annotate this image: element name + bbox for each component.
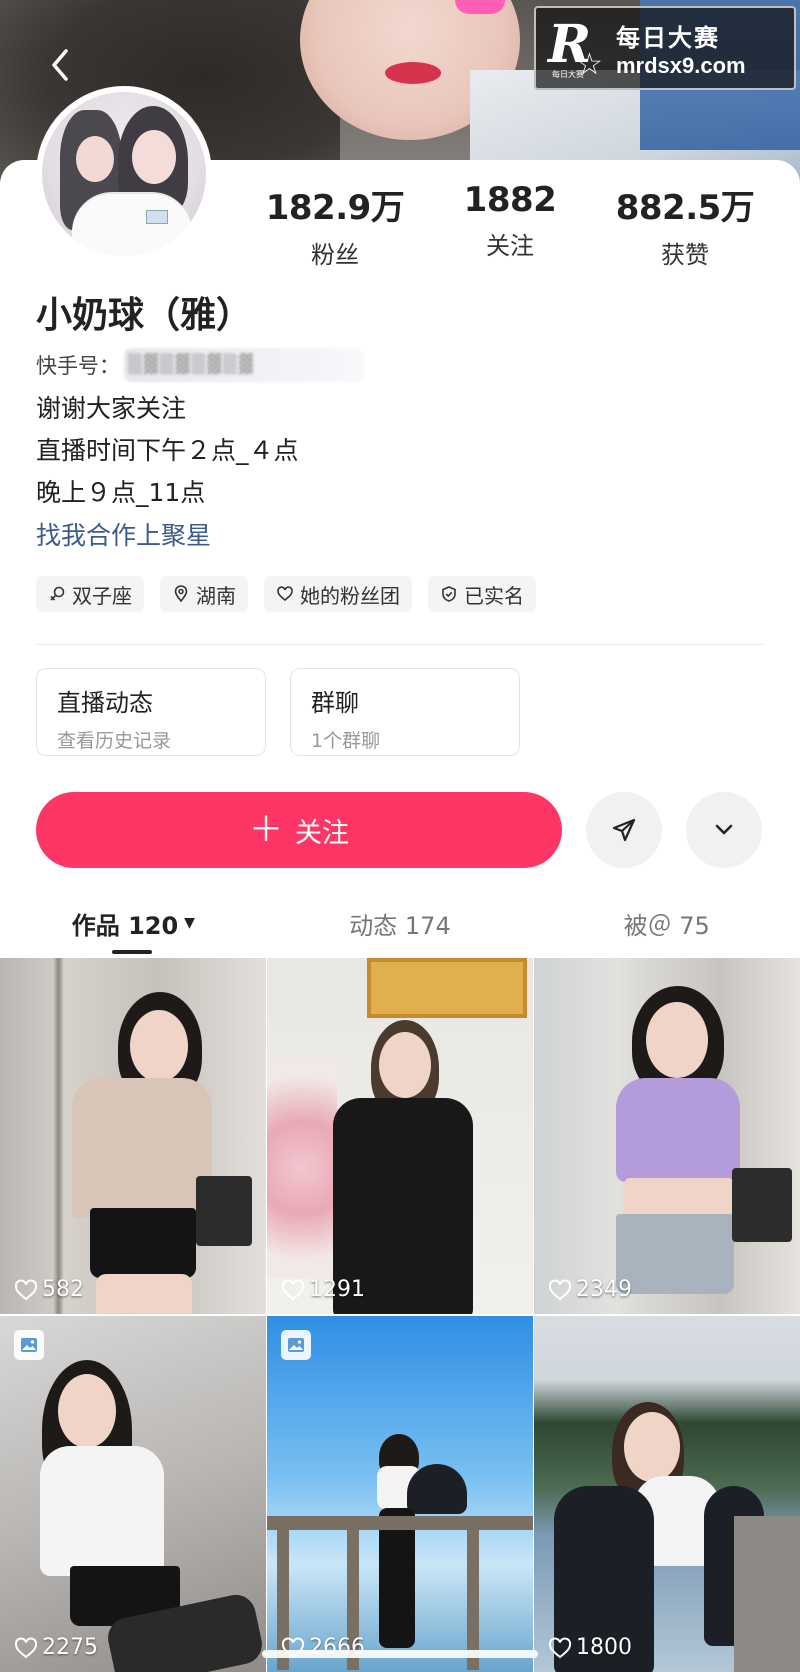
bio-line: 谢谢大家关注	[36, 394, 187, 423]
post-thumbnail[interactable]: 582	[0, 958, 266, 1314]
profile-bio: 谢谢大家关注 直播时间下午２点_４点 晚上９点_11点	[36, 388, 299, 514]
bio-line: 晚上９点_11点	[36, 478, 206, 507]
profile-name: 小奶球（雅）	[36, 295, 253, 336]
shield-check-icon	[442, 586, 456, 602]
heart-outline-icon	[548, 1637, 572, 1658]
heart-outline-icon	[14, 1279, 38, 1300]
watermark-url: mrdsx9.com	[616, 52, 746, 78]
posts-grid: 582 1291 2349 2275 2666 1800	[0, 958, 800, 1672]
live-history-box[interactable]: 直播动态 查看历史记录	[36, 668, 266, 756]
tab-moments[interactable]: 动态 174	[267, 890, 534, 956]
profile-card: 182.9万 粉丝 1882 关注 882.5万 获赞 小奶球（雅） 快手号： …	[0, 86, 800, 960]
cooperation-link[interactable]: 找我合作上聚星	[36, 516, 211, 552]
caret-down-icon: ▼	[184, 915, 195, 931]
profile-tags: 双子座 湖南 她的粉丝团 已实名	[36, 576, 536, 612]
home-indicator	[262, 1650, 538, 1658]
plus-icon: ＋	[249, 810, 283, 850]
post-thumbnail[interactable]: 1800	[534, 1316, 800, 1672]
tag-location[interactable]: 湖南	[160, 576, 248, 612]
post-likes: 1800	[548, 1635, 632, 1660]
more-button[interactable]	[686, 792, 762, 868]
divider	[36, 644, 764, 645]
post-likes: 2275	[14, 1635, 98, 1660]
stat-fans[interactable]: 182.9万 粉丝	[250, 180, 420, 280]
tag-zodiac[interactable]: 双子座	[36, 576, 144, 612]
kuaishou-id[interactable]: 快手号： ▒▓▒▓▒▓▒▓	[36, 348, 364, 382]
image-post-icon	[281, 1330, 311, 1360]
image-post-icon	[14, 1330, 44, 1360]
follow-button[interactable]: ＋ 关注	[36, 792, 562, 868]
group-chat-box[interactable]: 群聊 1个群聊	[290, 668, 520, 756]
chevron-down-icon	[715, 824, 733, 835]
profile-stats: 182.9万 粉丝 1882 关注 882.5万 获赞	[250, 180, 770, 280]
heart-outline-icon	[277, 586, 293, 602]
watermark-logo: R ☆ 每日大赛	[548, 14, 603, 83]
id-label: 快手号：	[36, 354, 120, 378]
chevron-left-icon	[52, 49, 68, 81]
post-likes: 2349	[548, 1277, 632, 1302]
stat-following[interactable]: 1882 关注	[425, 180, 595, 280]
entry-boxes: 直播动态 查看历史记录 群聊 1个群聊	[36, 668, 520, 756]
post-thumbnail[interactable]: 2666	[267, 1316, 533, 1672]
heart-outline-icon	[548, 1279, 572, 1300]
tag-verified[interactable]: 已实名	[428, 576, 536, 612]
post-thumbnail[interactable]: 2275	[0, 1316, 266, 1672]
site-watermark: R ☆ 每日大赛 每日大赛 mrdsx9.com	[534, 6, 796, 90]
avatar[interactable]	[36, 86, 212, 262]
post-thumbnail[interactable]: 1291	[267, 958, 533, 1314]
heart-outline-icon	[14, 1637, 38, 1658]
post-likes: 1291	[281, 1277, 365, 1302]
share-button[interactable]	[586, 792, 662, 868]
send-icon	[612, 818, 636, 842]
post-likes: 582	[14, 1277, 84, 1302]
post-thumbnail[interactable]: 2349	[534, 958, 800, 1314]
tab-works[interactable]: 作品 120 ▼	[0, 890, 267, 956]
bio-line: 直播时间下午２点_４点	[36, 436, 299, 465]
heart-outline-icon	[281, 1279, 305, 1300]
stat-likes[interactable]: 882.5万 获赞	[600, 180, 770, 280]
profile-tabs: 作品 120 ▼ 动态 174 被＠ 75	[0, 890, 800, 956]
tab-mentions[interactable]: 被＠ 75	[533, 890, 800, 956]
back-button[interactable]	[40, 40, 80, 90]
gender-female-icon	[50, 586, 65, 601]
tag-fan-club[interactable]: 她的粉丝团	[264, 576, 412, 612]
watermark-site-name: 每日大赛	[616, 23, 720, 52]
location-pin-icon	[174, 585, 188, 603]
